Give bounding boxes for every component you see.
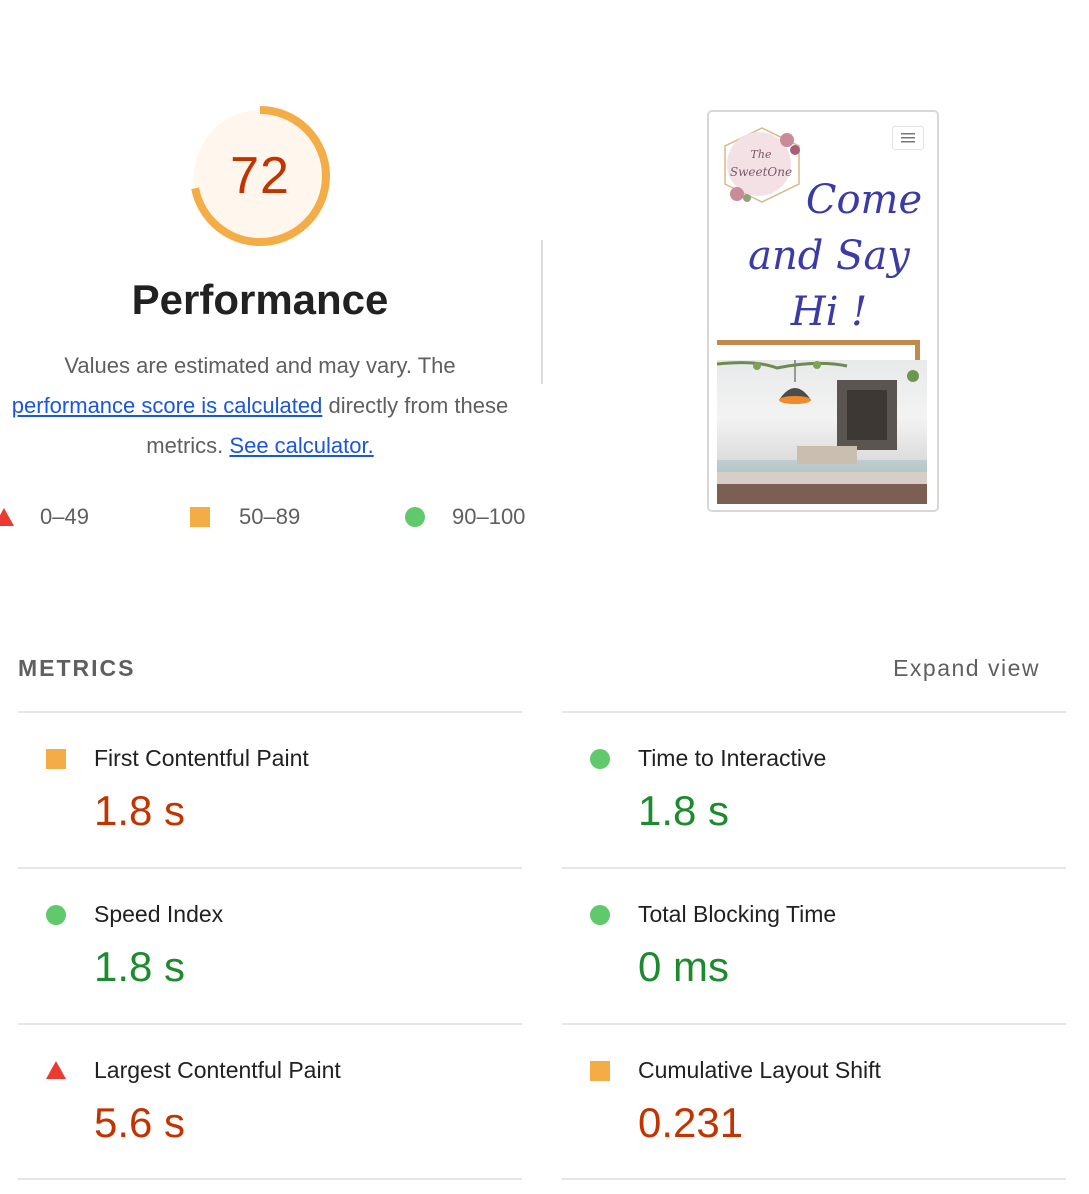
- metric-label: First Contentful Paint: [94, 745, 309, 771]
- final-screenshot-preview[interactable]: The SweetOne Come and Say Hi !: [707, 110, 939, 512]
- square-icon: [46, 749, 66, 769]
- metric-value: 1.8 s: [638, 787, 730, 834]
- circle-icon: [590, 905, 610, 925]
- circle-icon: [590, 749, 610, 769]
- bakery-photo: [716, 360, 927, 504]
- square-icon: [590, 1061, 610, 1081]
- hamburger-menu-icon: [892, 126, 924, 150]
- legend-label-average: 50–89: [239, 504, 301, 529]
- preview-heading: Come and Say Hi !: [729, 172, 929, 340]
- metric-label: Time to Interactive: [638, 745, 827, 771]
- score-description: Values are estimated and may vary. The p…: [0, 346, 520, 466]
- circle-icon: [405, 507, 425, 527]
- metric-label: Speed Index: [94, 901, 224, 927]
- metric-label: Total Blocking Time: [638, 901, 837, 927]
- circle-icon: [46, 905, 66, 925]
- vertical-divider: [541, 240, 543, 384]
- metric-value: 0 ms: [638, 943, 730, 990]
- metric-first-contentful-paint: First Contentful Paint 1.8 s: [18, 713, 522, 867]
- score-calculated-link[interactable]: performance score is calculated: [12, 393, 323, 418]
- metric-value: 0.231: [638, 1099, 744, 1146]
- preview-heading-line2: and Say: [748, 233, 910, 279]
- legend-fail: 0–49: [0, 503, 89, 531]
- metric-divider: [18, 1178, 522, 1180]
- legend-average: 50–89: [190, 503, 300, 531]
- description-text: Values are estimated and may vary. The: [64, 353, 456, 378]
- metric-speed-index: Speed Index 1.8 s: [18, 869, 522, 1023]
- preview-heading-line1: Come: [805, 177, 923, 223]
- square-icon: [190, 507, 210, 527]
- legend-pass: 90–100: [405, 503, 525, 531]
- metric-label: Cumulative Layout Shift: [638, 1057, 881, 1083]
- metric-cumulative-layout-shift: Cumulative Layout Shift 0.231: [562, 1025, 1066, 1178]
- category-title: Performance: [131, 276, 389, 323]
- legend-label-fail: 0–49: [40, 504, 89, 529]
- expand-view-toggle[interactable]: Expand view: [880, 655, 1040, 682]
- metric-value: 1.8 s: [94, 943, 186, 990]
- metric-largest-contentful-paint: Largest Contentful Paint 5.6 s: [18, 1025, 522, 1178]
- triangle-icon: [0, 508, 14, 526]
- metric-divider: [562, 1178, 1066, 1180]
- performance-score: 72: [230, 147, 290, 205]
- see-calculator-link[interactable]: See calculator.: [229, 433, 373, 458]
- metric-total-blocking-time: Total Blocking Time 0 ms: [562, 869, 1066, 1023]
- metric-value: 1.8 s: [94, 787, 186, 834]
- metric-label: Largest Contentful Paint: [94, 1057, 341, 1083]
- legend-label-pass: 90–100: [452, 504, 526, 529]
- preview-heading-line3: Hi !: [790, 289, 868, 335]
- metrics-header: METRICS: [18, 655, 136, 681]
- metric-time-to-interactive: Time to Interactive 1.8 s: [562, 713, 1066, 867]
- svg-text:The: The: [751, 148, 772, 161]
- metric-value: 5.6 s: [94, 1099, 186, 1146]
- triangle-icon: [46, 1061, 66, 1079]
